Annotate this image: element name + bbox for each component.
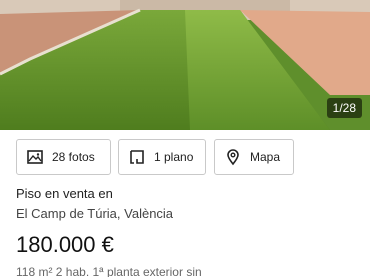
plans-button-label: 1 plano [154, 150, 194, 164]
photos-button-label: 28 fotos [52, 150, 95, 164]
listing-title[interactable]: Piso en venta en [16, 186, 113, 201]
map-button-label: Mapa [250, 150, 281, 164]
photo-counter: 1/28 [326, 98, 362, 118]
listing-location[interactable]: El Camp de Túria, València [16, 206, 173, 221]
photos-button[interactable]: 28 fotos [16, 139, 111, 175]
plans-button[interactable]: 1 plano [118, 139, 206, 175]
location-pin-icon [224, 148, 242, 166]
listing-photo[interactable]: 1/28 [0, 0, 370, 130]
image-icon [26, 148, 44, 166]
listing-details: 118 m² 2 hab. 1ª planta exterior sin [16, 265, 202, 277]
terrace-photo-image [0, 0, 370, 130]
floorplan-icon [128, 148, 146, 166]
map-button[interactable]: Mapa [214, 139, 294, 175]
listing-price: 180.000 € [16, 232, 114, 257]
